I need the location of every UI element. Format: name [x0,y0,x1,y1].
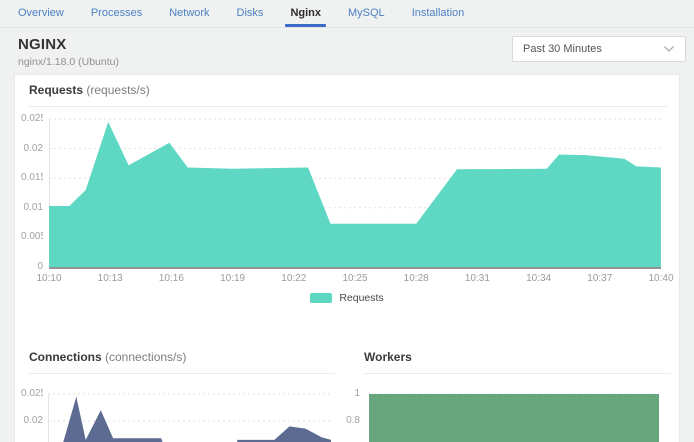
tab-mysql[interactable]: MySQL [348,0,385,28]
tab-overview[interactable]: Overview [18,0,64,28]
tab-disks[interactable]: Disks [237,0,264,28]
requests-section: Requests (requests/s) 0.025 0.02 0.015 0.01… [15,83,679,304]
legend-label: Requests [339,292,383,304]
y-axis-label: 0.025 [21,388,43,400]
divider [29,106,667,107]
y-axis-label: 0.025 [21,113,43,125]
tab-nginx[interactable]: Nginx [290,0,321,28]
x-axis-label: 10:16 [147,273,195,284]
x-axis-label: 10:28 [392,273,440,284]
chevron-down-icon [663,45,675,53]
page-subtitle: nginx/1.18.0 (Ubuntu) [18,56,119,68]
x-axis-label: 10:25 [331,273,379,284]
y-axis-label: 1 [320,388,360,400]
tab-network[interactable]: Network [169,0,209,28]
page-header: NGINX nginx/1.18.0 (Ubuntu) Past 30 Minu… [0,28,694,74]
x-axis-label: 10:31 [453,273,501,284]
page-title: NGINX [18,36,119,53]
requests-legend: Requests [15,292,679,304]
series-area [369,394,659,442]
tab-installation[interactable]: Installation [412,0,465,28]
legend-swatch [310,293,332,303]
x-axis-label: 10:19 [209,273,257,284]
x-axis-label: 10:40 [637,273,685,284]
time-range-select[interactable]: Past 30 Minutes [512,36,686,62]
y-axis-label: 0.8 [320,415,360,427]
y-axis-label: 0.02 [21,415,43,427]
series-area [48,397,331,442]
x-axis-label: 10:13 [86,273,134,284]
chart-title-text: Workers [364,350,412,364]
time-range-value: Past 30 Minutes [523,43,602,55]
connections-chart[interactable]: 0.0250.020.0150.010.0050 [15,394,347,442]
series-area [49,122,661,267]
x-axis-label: 10:37 [576,273,624,284]
y-axis-label: 0.005 [21,231,43,243]
divider [364,373,671,374]
charts-panel: Requests (requests/s) 0.0250.020.0150.01… [14,74,680,442]
chart-title-text: Requests [29,83,83,97]
y-axis-label: 0 [21,261,43,273]
tab-processes[interactable]: Processes [91,0,142,28]
y-axis-label: 0.02 [21,143,43,155]
tab-bar: Overview Processes Network Disks Nginx M… [0,0,694,28]
chart-title-unit: (connections/s) [105,350,186,364]
connections-section: Connections (connections/s) 0.0250.020.0… [15,350,347,442]
x-axis-label: 10:10 [25,273,73,284]
requests-chart[interactable]: 0.0250.020.0150.010.005010:1010:1310:161… [15,119,679,287]
x-axis-label: 10:22 [270,273,318,284]
chart-title-unit: (requests/s) [86,83,149,97]
x-axis-label: 10:34 [515,273,563,284]
chart-title-text: Connections [29,350,102,364]
connections-chart-title: Connections (connections/s) [15,350,347,365]
y-axis-label: 0.015 [21,172,43,184]
chart-plot-area[interactable] [49,119,661,269]
requests-chart-title: Requests (requests/s) [15,83,679,98]
workers-chart-title: Workers [347,350,679,365]
workers-section: Workers 10.80.60.40.20 [347,350,679,442]
workers-chart[interactable]: 10.80.60.40.20 [347,394,679,442]
chart-plot-area[interactable] [48,394,331,442]
y-axis-label: 0.01 [21,202,43,214]
divider [29,373,335,374]
bottom-charts-row: Connections (connections/s) 0.0250.020.0… [15,350,679,442]
chart-plot-area[interactable] [369,394,659,442]
